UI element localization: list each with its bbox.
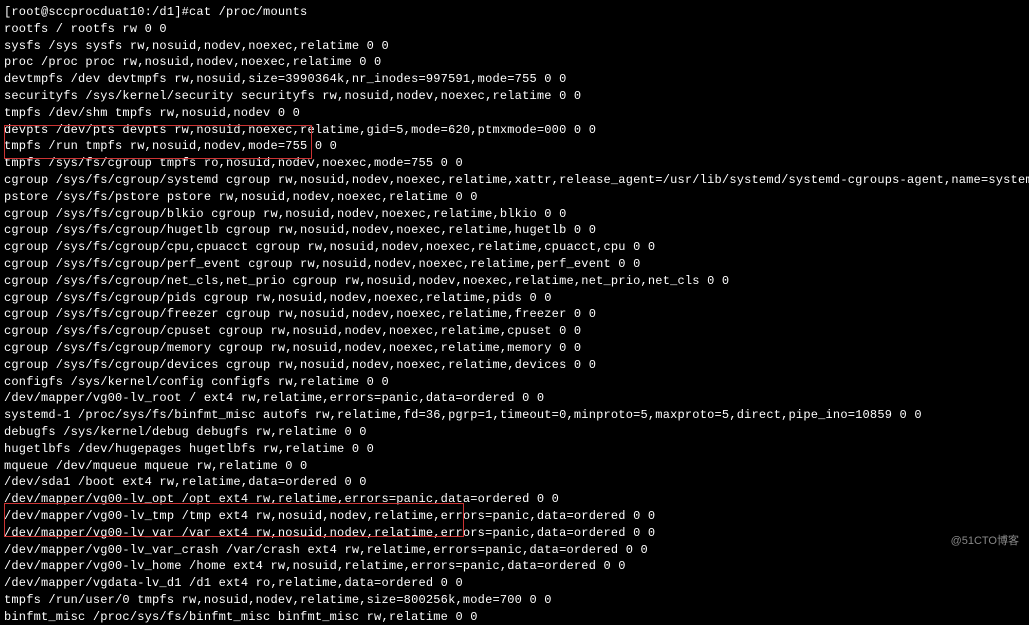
- mount-line: rootfs / rootfs rw 0 0: [4, 21, 1025, 38]
- mount-line: cgroup /sys/fs/cgroup/memory cgroup rw,n…: [4, 340, 1025, 357]
- mount-line: hugetlbfs /dev/hugepages hugetlbfs rw,re…: [4, 441, 1025, 458]
- mount-line: mqueue /dev/mqueue mqueue rw,relatime 0 …: [4, 458, 1025, 475]
- watermark-text: @51CTO博客: [951, 534, 1019, 549]
- mount-line: /dev/mapper/vg00-lv_opt /opt ext4 rw,rel…: [4, 491, 1025, 508]
- mount-line: cgroup /sys/fs/cgroup/freezer cgroup rw,…: [4, 306, 1025, 323]
- mount-line: devtmpfs /dev devtmpfs rw,nosuid,size=39…: [4, 71, 1025, 88]
- mount-line: sysfs /sys sysfs rw,nosuid,nodev,noexec,…: [4, 38, 1025, 55]
- mount-line: cgroup /sys/fs/cgroup/devices cgroup rw,…: [4, 357, 1025, 374]
- mount-line: tmpfs /sys/fs/cgroup tmpfs ro,nosuid,nod…: [4, 155, 1025, 172]
- mount-line: /dev/mapper/vg00-lv_var /var ext4 rw,nos…: [4, 525, 1025, 542]
- mount-line: cgroup /sys/fs/cgroup/cpu,cpuacct cgroup…: [4, 239, 1025, 256]
- mount-line: cgroup /sys/fs/cgroup/cpuset cgroup rw,n…: [4, 323, 1025, 340]
- mount-line: cgroup /sys/fs/cgroup/pids cgroup rw,nos…: [4, 290, 1025, 307]
- mount-line: devpts /dev/pts devpts rw,nosuid,noexec,…: [4, 122, 1025, 139]
- mount-line: /dev/mapper/vgdata-lv_d1 /d1 ext4 ro,rel…: [4, 575, 1025, 592]
- mount-line: /dev/sda1 /boot ext4 rw,relatime,data=or…: [4, 474, 1025, 491]
- mount-line: securityfs /sys/kernel/security security…: [4, 88, 1025, 105]
- mount-line: cgroup /sys/fs/cgroup/systemd cgroup rw,…: [4, 172, 1025, 189]
- mount-line: tmpfs /dev/shm tmpfs rw,nosuid,nodev 0 0: [4, 105, 1025, 122]
- mount-line: cgroup /sys/fs/cgroup/net_cls,net_prio c…: [4, 273, 1025, 290]
- mount-line: /dev/mapper/vg00-lv_tmp /tmp ext4 rw,nos…: [4, 508, 1025, 525]
- mount-line: proc /proc proc rw,nosuid,nodev,noexec,r…: [4, 54, 1025, 71]
- mount-line: /dev/mapper/vg00-lv_root / ext4 rw,relat…: [4, 390, 1025, 407]
- mount-line: cgroup /sys/fs/cgroup/blkio cgroup rw,no…: [4, 206, 1025, 223]
- mount-line: configfs /sys/kernel/config configfs rw,…: [4, 374, 1025, 391]
- mount-lines: rootfs / rootfs rw 0 0sysfs /sys sysfs r…: [4, 21, 1025, 625]
- mount-line: cgroup /sys/fs/cgroup/hugetlb cgroup rw,…: [4, 222, 1025, 239]
- mount-line: tmpfs /run/user/0 tmpfs rw,nosuid,nodev,…: [4, 592, 1025, 609]
- terminal-output: [root@sccprocduat10:/d1]#cat /proc/mount…: [4, 4, 1025, 625]
- mount-line: pstore /sys/fs/pstore pstore rw,nosuid,n…: [4, 189, 1025, 206]
- mount-line: /dev/mapper/vg00-lv_var_crash /var/crash…: [4, 542, 1025, 559]
- mount-line: tmpfs /run tmpfs rw,nosuid,nodev,mode=75…: [4, 138, 1025, 155]
- mount-line: systemd-1 /proc/sys/fs/binfmt_misc autof…: [4, 407, 1025, 424]
- command-prompt: [root@sccprocduat10:/d1]#cat /proc/mount…: [4, 4, 1025, 21]
- mount-line: /dev/mapper/vg00-lv_home /home ext4 rw,n…: [4, 558, 1025, 575]
- mount-line: debugfs /sys/kernel/debug debugfs rw,rel…: [4, 424, 1025, 441]
- mount-line: cgroup /sys/fs/cgroup/perf_event cgroup …: [4, 256, 1025, 273]
- mount-line: binfmt_misc /proc/sys/fs/binfmt_misc bin…: [4, 609, 1025, 625]
